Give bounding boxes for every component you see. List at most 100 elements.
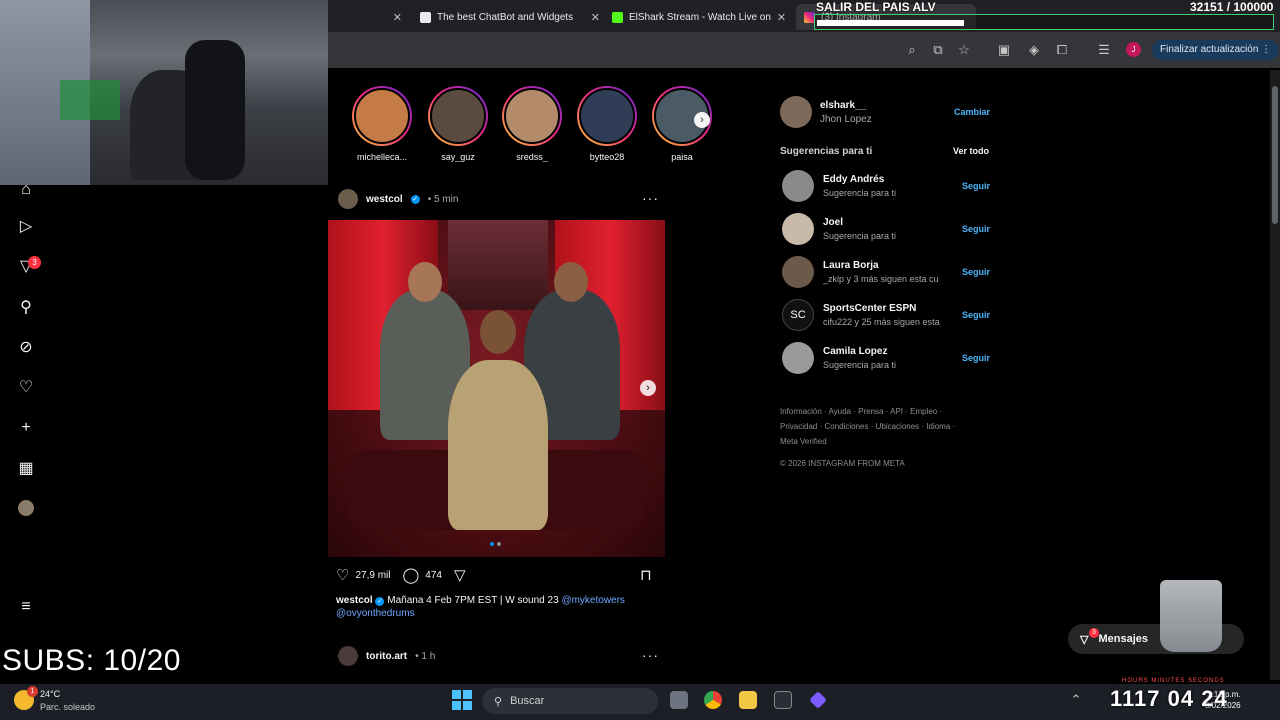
task-view-icon[interactable] [670, 691, 688, 709]
webcam-feed [0, 0, 328, 185]
app-icon[interactable] [774, 691, 792, 709]
verified-icon: ✓ [410, 194, 420, 204]
footer-links: Información · Ayuda · Prensa · API · Emp… [780, 404, 970, 449]
follow-button[interactable]: Seguir [962, 310, 990, 320]
like-heart-icon[interactable]: ♡ [336, 566, 349, 584]
avatar[interactable] [780, 96, 812, 128]
chevron-up-icon[interactable]: ⌃ [1068, 692, 1084, 708]
reels-icon[interactable]: ▷ [17, 218, 35, 236]
post-caption: westcol ✓ Mañana 4 Feb 7PM EST | W sound… [336, 594, 666, 620]
footer-line[interactable]: Meta Verified [780, 434, 970, 449]
post-actions: ♡ 27,9 mil ◯ 474 ▽ [336, 566, 466, 584]
reading-list-icon[interactable]: ☰ [1096, 42, 1112, 58]
avatar[interactable] [338, 646, 358, 666]
post-time: 1 h [421, 650, 436, 662]
profile-avatar[interactable] [17, 500, 35, 518]
post-username[interactable]: torito.art [366, 651, 407, 662]
account-username[interactable]: elshark__ [820, 100, 866, 111]
extension-icon[interactable]: ▣ [996, 42, 1012, 58]
story-item[interactable]: sredss_ [500, 86, 564, 162]
zoom-icon[interactable]: ⌕ [904, 42, 920, 58]
mention-link[interactable]: @ovyonthedrums [336, 608, 415, 619]
suggestion-row: SC SportsCenter ESPN cifu222 y 25 más si… [782, 299, 992, 333]
dashboard-icon[interactable]: ▦ [17, 460, 35, 478]
extension-icon[interactable]: ◈ [1026, 42, 1042, 58]
cast-icon[interactable]: ⧉ [930, 42, 946, 58]
story-name: paisa [671, 152, 693, 162]
avatar[interactable] [338, 189, 358, 209]
goal-progress-fill [817, 20, 964, 26]
widget-icon [420, 11, 431, 23]
suggestion-sub: Sugerencia para ti [823, 231, 897, 241]
more-options-icon[interactable]: ··· [642, 647, 659, 663]
suggestion-name[interactable]: Camila Lopez [823, 346, 887, 357]
share-icon[interactable]: ▽ [454, 566, 466, 584]
post-username[interactable]: westcol [366, 194, 403, 205]
suggestion-name[interactable]: SportsCenter ESPN [823, 303, 916, 314]
story-item[interactable]: bytteo28 [575, 86, 639, 162]
tab-chatbot-widgets[interactable]: The best ChatBot and Widgets ✕ [412, 4, 608, 30]
story-item[interactable]: say_guz [426, 86, 490, 162]
create-icon[interactable]: + [17, 419, 35, 437]
suggestion-sub: Sugerencia para ti [823, 360, 897, 370]
more-options-icon[interactable]: ··· [642, 190, 659, 206]
chevron-right-icon[interactable]: › [694, 112, 710, 128]
suggestion-name[interactable]: Joel [823, 217, 843, 228]
update-button[interactable]: Finalizar actualización ⋮ [1152, 40, 1280, 60]
follow-button[interactable]: Seguir [962, 267, 990, 277]
kick-icon [612, 11, 623, 23]
file-explorer-icon[interactable] [739, 691, 757, 709]
suggestion-row: Eddy Andrés Sugerencia para ti Seguir [782, 170, 992, 204]
comment-count: 474 [425, 569, 442, 581]
chevron-right-icon[interactable]: › [640, 380, 656, 396]
heart-icon[interactable]: ♡ [17, 379, 35, 397]
suggestion-row: Laura Borja _zkip y 3 más siguen esta cu… [782, 256, 992, 290]
suggestion-name[interactable]: Laura Borja [823, 260, 879, 271]
copyright: © 2026 INSTAGRAM FROM META [780, 459, 905, 468]
avatar[interactable] [782, 342, 814, 374]
story-item[interactable]: michelleca... [350, 86, 414, 162]
windows-start-icon[interactable] [452, 690, 472, 710]
carousel-dots [490, 542, 501, 546]
suggestion-name[interactable]: Eddy Andrés [823, 174, 884, 185]
avatar[interactable] [782, 170, 814, 202]
cup-overlay [1160, 580, 1222, 652]
footer-line[interactable]: Información · Ayuda · Prensa · API · Emp… [780, 404, 970, 419]
taskbar-search[interactable]: ⚲ Buscar [482, 688, 658, 714]
tab-previous[interactable]: ✕ [330, 4, 410, 30]
messages-badge: 3 [1089, 628, 1099, 638]
comment-icon[interactable]: ◯ [402, 566, 419, 584]
account-fullname: Jhon Lopez [820, 114, 872, 125]
menu-icon[interactable]: ≡ [17, 598, 35, 616]
caption-username[interactable]: westcol [336, 595, 373, 606]
mention-link[interactable]: @myketowers [561, 595, 625, 606]
search-icon[interactable]: ⚲ [17, 299, 35, 317]
avatar[interactable] [782, 256, 814, 288]
bookmark-star-icon[interactable]: ☆ [956, 42, 972, 58]
puzzle-icon[interactable]: ⧠ [1054, 42, 1070, 58]
weather-temperature[interactable]: 24°C [40, 689, 60, 699]
switch-account-link[interactable]: Cambiar [954, 107, 990, 117]
close-icon[interactable]: ✕ [393, 11, 402, 24]
search-label: Buscar [510, 695, 545, 707]
chrome-icon[interactable] [704, 691, 722, 709]
update-label: Finalizar actualización [1160, 44, 1259, 55]
footer-line[interactable]: Privacidad · Condiciones · Ubicaciones ·… [780, 419, 970, 434]
post-header: torito.art • 1 h [338, 646, 435, 666]
profile-avatar[interactable]: J [1126, 42, 1141, 57]
like-count[interactable]: 27,9 mil [355, 570, 390, 581]
follow-button[interactable]: Seguir [962, 224, 990, 234]
caption-text: Mañana 4 Feb 7PM EST | W sound 23 [387, 595, 559, 606]
close-icon[interactable]: ✕ [591, 11, 600, 24]
close-icon[interactable]: ✕ [777, 11, 786, 24]
scrollbar-thumb[interactable] [1272, 86, 1278, 224]
tab-elshark-stream[interactable]: ElShark Stream - Watch Live on ✕ [604, 4, 794, 30]
explore-icon[interactable]: ⊘ [17, 339, 35, 357]
see-all-link[interactable]: Ver todo [953, 146, 989, 156]
avatar[interactable] [782, 213, 814, 245]
sportscenter-logo[interactable]: SC [782, 299, 814, 331]
post-image[interactable] [328, 220, 665, 557]
bookmark-icon[interactable]: ⊓ [640, 566, 652, 584]
follow-button[interactable]: Seguir [962, 353, 990, 363]
follow-button[interactable]: Seguir [962, 181, 990, 191]
